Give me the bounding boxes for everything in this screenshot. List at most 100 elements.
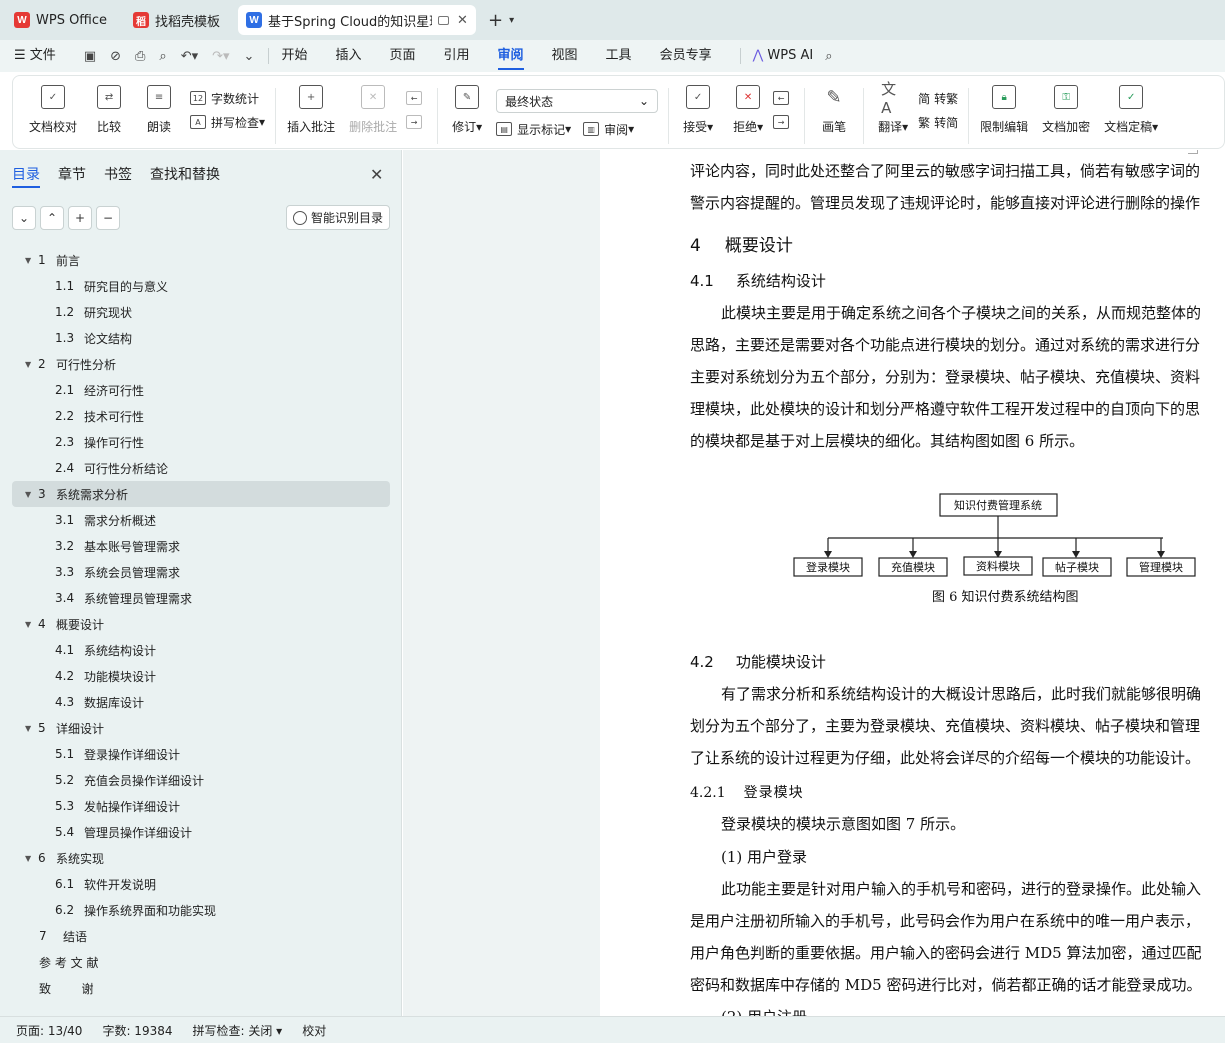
show-markup-button[interactable]: ▤ 显示标记 ▾ (496, 121, 571, 138)
menu-review[interactable]: 审阅 (497, 40, 524, 72)
toc-item[interactable]: ▼ 5 详细设计 (12, 715, 390, 741)
toc-item[interactable]: 6.1 软件开发说明 (12, 871, 390, 897)
delete-comment-button[interactable]: ✕ 删除批注 (349, 82, 397, 135)
toc-item[interactable]: ▼ 1 前言 (12, 247, 390, 273)
restrict-edit-button[interactable]: 🔒︎ 限制编辑 (980, 82, 1028, 135)
translate-button[interactable]: 文A 翻译▾ (875, 80, 911, 135)
chevron-down-icon[interactable]: ▾ (509, 15, 514, 26)
reject-button[interactable]: ✕ 拒绝▾ (730, 82, 766, 135)
close-tab-icon[interactable]: ✕ (457, 13, 468, 28)
toc-item[interactable]: 6.2 操作系统界面和功能实现 (12, 897, 390, 923)
menu-home[interactable]: 开始 (281, 40, 307, 72)
add-heading-icon[interactable]: + (68, 206, 92, 230)
close-pane-icon[interactable]: ✕ (370, 165, 383, 184)
word-count-indicator[interactable]: 字数: 19384 (102, 1022, 172, 1039)
toc-item[interactable]: 3.4 系统管理员管理需求 (12, 585, 390, 611)
toc-item[interactable]: 1.2 研究现状 (12, 299, 390, 325)
save-icon[interactable]: ▣ (84, 49, 96, 64)
word-count-button[interactable]: 12 字数统计 (190, 86, 265, 110)
smart-toc-button[interactable]: 智能识别目录 (286, 205, 390, 230)
toc-item[interactable]: ▼ 6 系统实现 (12, 845, 390, 871)
toc-item[interactable]: 致 谢 (12, 975, 390, 1001)
wps-ai-button[interactable]: ⋀ WPS AI (753, 40, 814, 72)
toc-item[interactable]: 2.1 经济可行性 (12, 377, 390, 403)
collapse-arrow-icon[interactable]: ▼ (25, 360, 35, 369)
next-change-icon[interactable]: → (773, 110, 794, 134)
to-traditional-button[interactable]: 简转繁 (918, 86, 958, 110)
toc-item[interactable]: 3.1 需求分析概述 (12, 507, 390, 533)
pen-button[interactable]: ✎ 画笔 (816, 82, 852, 135)
toc-item[interactable]: ▼ 3 系统需求分析 (12, 481, 390, 507)
menu-view[interactable]: 视图 (552, 40, 578, 72)
compare-button[interactable]: ⇄ 比较 (91, 82, 127, 135)
toc-item[interactable]: 5.2 充值会员操作详细设计 (12, 767, 390, 793)
toc-item[interactable]: 5.4 管理员操作详细设计 (12, 819, 390, 845)
toc-item[interactable]: 2.2 技术可行性 (12, 403, 390, 429)
toc-item[interactable]: 3.3 系统会员管理需求 (12, 559, 390, 585)
collapse-arrow-icon[interactable]: ▼ (25, 490, 35, 499)
toc-item[interactable]: 3.2 基本账号管理需求 (12, 533, 390, 559)
read-aloud-button[interactable]: ≡ 朗读 (141, 82, 177, 135)
toc-item[interactable]: 4.1 系统结构设计 (12, 637, 390, 663)
insert-comment-button[interactable]: + 插入批注 (287, 82, 335, 135)
to-simplified-button[interactable]: 繁转简 (918, 110, 958, 134)
page-indicator[interactable]: 页面: 13/40 (16, 1022, 82, 1039)
next-comment-icon[interactable]: → (406, 110, 427, 134)
collapse-up-icon[interactable]: ⌃ (40, 206, 64, 230)
toc-item[interactable]: 参 考 文 献 (12, 949, 390, 975)
monitor-icon[interactable] (438, 15, 450, 25)
review-pane-button[interactable]: ▥ 审阅 ▾ (583, 121, 634, 138)
tab-document[interactable]: W 基于Spring Cloud的知识星球 ✕ (238, 5, 477, 35)
collapse-arrow-icon[interactable]: ▼ (25, 854, 35, 863)
share-icon[interactable]: ⊘ (110, 49, 121, 64)
menu-page[interactable]: 页面 (389, 40, 415, 72)
menu-insert[interactable]: 插入 (335, 40, 361, 72)
remove-heading-icon[interactable]: − (96, 206, 120, 230)
undo-icon[interactable]: ↶▾ (181, 49, 198, 64)
prev-change-icon[interactable]: ← (773, 86, 794, 110)
prev-comment-icon[interactable]: ← (406, 86, 427, 110)
collapse-arrow-icon[interactable]: ▼ (25, 724, 35, 733)
toc-item[interactable]: 4.2 功能模块设计 (12, 663, 390, 689)
toc-item[interactable]: ▼ 4 概要设计 (12, 611, 390, 637)
encrypt-button[interactable]: ⚿ 文档加密 (1042, 82, 1090, 135)
spell-check-button[interactable]: A 拼写检查 ▾ (190, 110, 265, 134)
toc-item-label: 操作可行性 (84, 435, 145, 450)
tab-docer-templates[interactable]: 稻 找稻壳模板 (125, 5, 228, 35)
spell-check-status[interactable]: 拼写检查: 关闭 ▾ (193, 1022, 283, 1039)
preview-icon[interactable]: ⌕ (159, 49, 166, 64)
tab-label: WPS Office (36, 12, 108, 28)
expand-down-icon[interactable]: ⌄ (12, 206, 36, 230)
display-state-select[interactable]: 最终状态 ⌄ (496, 89, 659, 113)
toc-item[interactable]: 5.1 登录操作详细设计 (12, 741, 390, 767)
toc-item[interactable]: 2.3 操作可行性 (12, 429, 390, 455)
toc-item[interactable]: 5.3 发帖操作详细设计 (12, 793, 390, 819)
collapse-arrow-icon[interactable]: ▼ (25, 256, 35, 265)
toc-item[interactable]: ▼ 2 可行性分析 (12, 351, 390, 377)
menu-references[interactable]: 引用 (444, 40, 470, 72)
toc-item[interactable]: 7 结语 (12, 923, 390, 949)
file-menu[interactable]: ☰ 文件 (14, 40, 56, 72)
doc-check-button[interactable]: ✓ 文档校对 (29, 82, 77, 135)
tab-bookmarks[interactable]: 书签 (104, 164, 132, 188)
accept-button[interactable]: ✓ 接受▾ (680, 82, 716, 135)
finalize-button[interactable]: ✓ 文档定稿▾ (1104, 82, 1158, 135)
track-changes-button[interactable]: ✎ 修订▾ (449, 82, 485, 135)
more-chevron-icon[interactable]: ⌄ (244, 49, 255, 64)
toc-item[interactable]: 4.3 数据库设计 (12, 689, 390, 715)
proof-status[interactable]: 校对 (302, 1022, 326, 1039)
toc-item[interactable]: 2.4 可行性分析结论 (12, 455, 390, 481)
tab-chapters[interactable]: 章节 (58, 164, 86, 188)
toc-item[interactable]: 1.1 研究目的与意义 (12, 273, 390, 299)
redo-icon[interactable]: ↷▾ (212, 49, 229, 64)
menu-tools[interactable]: 工具 (606, 40, 632, 72)
new-tab-icon[interactable]: + (488, 10, 503, 31)
search-icon[interactable]: ⌕ (825, 49, 832, 64)
menu-membership[interactable]: 会员专享 (660, 40, 712, 72)
tab-find-replace[interactable]: 查找和替换 (150, 164, 220, 188)
print-icon[interactable]: ⎙ (135, 49, 145, 64)
tab-toc[interactable]: 目录 (12, 164, 40, 188)
tab-wps-office[interactable]: W WPS Office (6, 5, 115, 35)
toc-item[interactable]: 1.3 论文结构 (12, 325, 390, 351)
collapse-arrow-icon[interactable]: ▼ (25, 620, 35, 629)
